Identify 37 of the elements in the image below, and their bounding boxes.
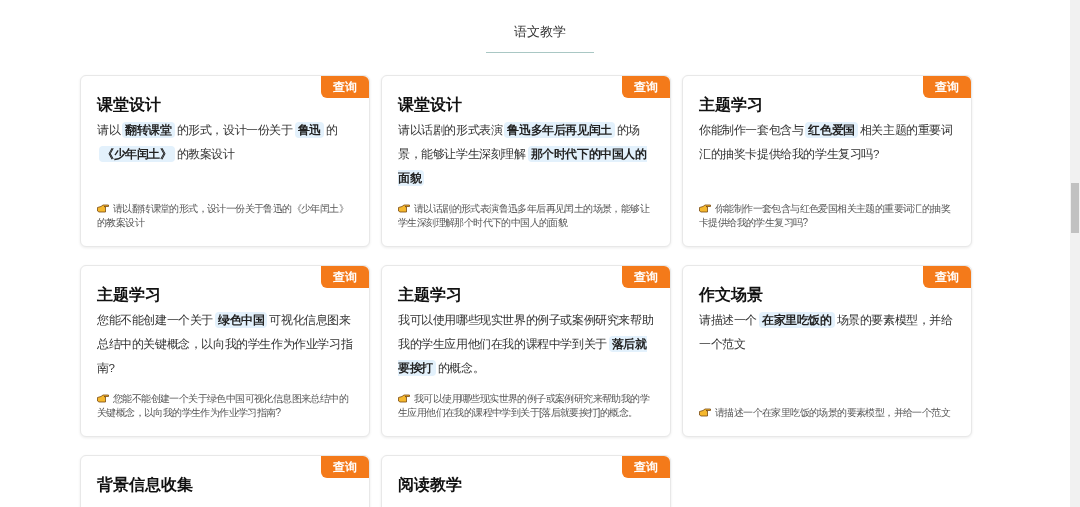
prompt-text: 请描述一个 在家里吃饭的 场景的要素模型，并给一个范文 xyxy=(699,310,954,352)
prompt-text: 请以话剧的形式表演 鲁迅多年后再见闰土 的场景，能够让学生深刻理解 那个时代下的中国人的面貌 xyxy=(398,120,648,188)
prompt-card[interactable]: 查询 阅读教学 xyxy=(381,454,671,507)
example-text: 请以话剧的形式表演鲁迅多年后再见闰土的场景，能够让学生深刻理解那个时代下的中国人的面貌 xyxy=(398,201,651,230)
card-title: 背景信息收集 xyxy=(97,474,194,495)
prompt-card[interactable]: 查询 课堂设计 请以 翻转课堂 的形式，设计一份关于 鲁迅 的 《少年闰土》 的教案设计 请以翻转课堂的形式，设计一份关于鲁迅的《少年闰土》的教案设计 xyxy=(80,74,370,247)
example-text: 您能不能创建一个关于绿色中国可视化信息图来总结中的关键概念，以向我的学生作为作业学习指南? xyxy=(97,391,349,420)
pointing-hand-icon xyxy=(97,203,109,213)
section-title: 语文教学 xyxy=(486,22,594,53)
card-title: 课堂设计 xyxy=(97,94,162,115)
pointing-hand-icon xyxy=(699,407,711,417)
card-title: 主题学习 xyxy=(699,94,764,115)
scrollbar-thumb[interactable] xyxy=(1071,183,1079,233)
pointing-hand-icon xyxy=(398,203,410,213)
prompt-card[interactable]: 查询 背景信息收集 xyxy=(80,454,370,507)
example-text: 请以翻转课堂的形式，设计一份关于鲁迅的《少年闰土》的教案设计 xyxy=(97,201,349,230)
prompt-card[interactable]: 查询 课堂设计 请以话剧的形式表演 鲁迅多年后再见闰土 的场景，能够让学生深刻理解 那个时代下的中国人的面貌 请以话剧的形式表演鲁迅多年后再见闰土的场景，能够让学生深刻理解那个时代下的中国人的面貌 xyxy=(381,74,671,247)
pointing-hand-icon xyxy=(699,203,711,213)
scrollbar[interactable] xyxy=(1070,0,1080,507)
pointing-hand-icon xyxy=(97,393,109,403)
prompt-card[interactable]: 查询 主题学习 我可以使用哪些现实世界的例子或案例研究来帮助我的学生应用他们在我的课程中学到关于 落后就要挨打 的概念。 我可以使用哪些现实世界的例子或案例研究来帮助我的学生应用他们在我的课程中学到关于[落后就要挨打]的概念。 xyxy=(381,264,671,437)
prompt-card[interactable]: 查询 主题学习 您能不能创建一个关于 绿色中国 可视化信息图来总结中的关键概念，以向我的学生作为作业学习指南? 您能不能创建一个关于绿色中国可视化信息图来总结中的关键概念，以向我的学生作为作业学习指南? xyxy=(80,264,370,437)
card-title: 作文场景 xyxy=(699,284,764,305)
example-text: 请描述一个在家里吃饭的场景的要素模型，并给一个范文 xyxy=(699,405,950,420)
prompt-text: 您能不能创建一个关于 绿色中国 可视化信息图来总结中的关键概念，以向我的学生作为作业学习指南? xyxy=(97,310,353,376)
card-title: 主题学习 xyxy=(398,284,463,305)
example-text: 我可以使用哪些现实世界的例子或案例研究来帮助我的学生应用他们在我的课程中学到关于[落后就要挨打]的概念。 xyxy=(398,391,651,420)
card-title: 主题学习 xyxy=(97,284,162,305)
prompt-card[interactable]: 查询 主题学习 你能制作一套包含与 红色爱国 相关主题的重要词汇的抽奖卡提供给我的学生复习吗? 你能制作一套包含与红色爱国相关主题的重要词汇的抽奖卡提供给我的学生复习吗? xyxy=(682,74,972,247)
pointing-hand-icon xyxy=(398,393,410,403)
prompt-text: 请以 翻转课堂 的形式，设计一份关于 鲁迅 的 《少年闰土》 的教案设计 xyxy=(97,120,339,164)
prompt-card[interactable]: 查询 作文场景 请描述一个 在家里吃饭的 场景的要素模型，并给一个范文 请描述一个在家里吃饭的场景的要素模型，并给一个范文 xyxy=(682,264,972,437)
example-text: 你能制作一套包含与红色爱国相关主题的重要词汇的抽奖卡提供给我的学生复习吗? xyxy=(699,201,951,230)
card-title: 阅读教学 xyxy=(398,474,463,495)
prompt-text: 你能制作一套包含与 红色爱国 相关主题的重要词汇的抽奖卡提供给我的学生复习吗? xyxy=(699,120,954,162)
card-title: 课堂设计 xyxy=(398,94,463,115)
prompt-text: 我可以使用哪些现实世界的例子或案例研究来帮助我的学生应用他们在我的课程中学到关于 落后就要挨打 的概念。 xyxy=(398,312,654,378)
